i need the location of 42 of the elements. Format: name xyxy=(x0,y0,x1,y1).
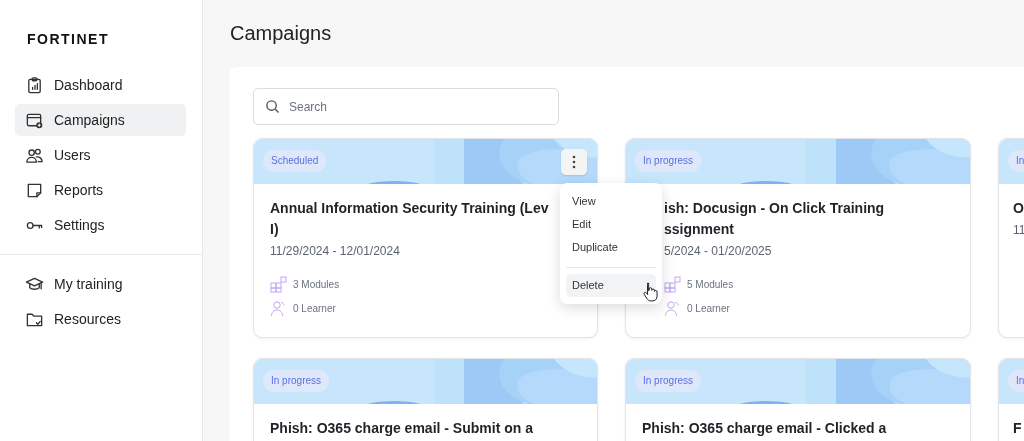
card-title: F xyxy=(1013,419,1022,438)
clipboard-icon xyxy=(25,75,44,95)
campaign-card[interactable]: In O 11 xyxy=(998,138,1024,338)
search-icon xyxy=(265,99,280,114)
card-title: O xyxy=(1013,199,1024,218)
sidebar-item[interactable]: Reports xyxy=(15,174,186,206)
sidebar-item[interactable]: Dashboard xyxy=(15,69,186,101)
card-title: I) xyxy=(270,220,279,239)
modules-icon xyxy=(664,276,681,293)
learner-count: 0 Learner xyxy=(687,303,730,314)
sidebar-item[interactable]: Users xyxy=(15,139,186,171)
sidebar-item[interactable]: Resources xyxy=(15,303,186,335)
learner-icon xyxy=(664,300,681,317)
card-title: Phish: O365 charge email - Clicked a xyxy=(642,419,887,438)
card-title: Annual Information Security Training (Lev xyxy=(270,199,549,218)
page-title: Campaigns xyxy=(230,21,333,46)
campaign-card[interactable]: In progress Phish: O365 charge email - Submit on a xyxy=(253,358,598,441)
campaign-card[interactable]: In progress Phish: O365 charge email - Clicked a xyxy=(625,358,971,441)
card-title: Phish: O365 charge email - Submit on a xyxy=(270,419,533,438)
campaign-card[interactable]: In progress ish: Docusign - On Click Training ssignment 5/2024 - 01/20/2025 5 Modules 0 Learner xyxy=(625,138,971,338)
module-count: 3 Modules xyxy=(293,279,340,290)
status-badge: In progress xyxy=(635,370,702,392)
logo: FORTINET xyxy=(27,31,109,47)
learner-count: 0 Learner xyxy=(293,303,336,314)
learner-icon xyxy=(270,300,287,317)
search-field[interactable]: Search xyxy=(253,88,559,125)
date-range: 11 xyxy=(1013,222,1024,238)
card-title: ish: Docusign - On Click Training xyxy=(664,199,885,218)
module-count: 5 Modules xyxy=(687,279,734,290)
status-badge: In progress xyxy=(263,370,330,392)
modules-icon xyxy=(270,276,287,293)
more-button[interactable] xyxy=(561,149,587,175)
sidebar-item[interactable]: Campaigns xyxy=(15,104,186,136)
campaign-card[interactable]: In F xyxy=(998,358,1024,441)
sidebar-item[interactable]: My training xyxy=(15,268,186,300)
card-title: ssignment xyxy=(664,220,734,239)
date-range: 5/2024 - 01/20/2025 xyxy=(664,243,772,259)
status-badge: In progress xyxy=(635,150,702,172)
more-icon xyxy=(572,155,576,169)
date-range: 11/29/2024 - 12/01/2024 xyxy=(270,243,400,259)
sidebar-item[interactable]: Settings xyxy=(15,209,186,241)
status-badge: Scheduled xyxy=(263,150,327,172)
